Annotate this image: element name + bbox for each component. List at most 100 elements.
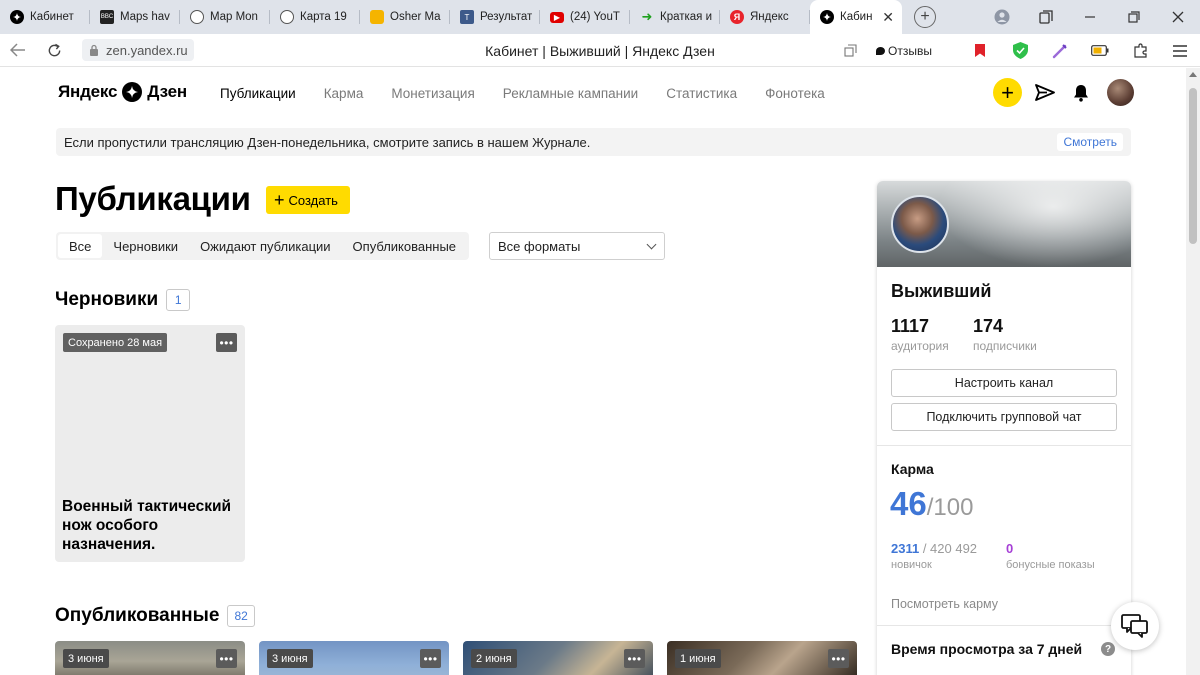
browser-tab-active[interactable]: Кабин ✕ bbox=[810, 0, 902, 34]
nav-monetization[interactable]: Монетизация bbox=[391, 86, 474, 101]
watch-button[interactable]: Смотреть bbox=[1057, 133, 1123, 151]
drafts-title: Черновики bbox=[55, 289, 159, 310]
shield-icon[interactable] bbox=[1000, 34, 1040, 67]
extensions-icon[interactable] bbox=[1120, 34, 1160, 67]
publish-date-badge: 1 июня bbox=[675, 649, 721, 668]
add-publication-button[interactable]: + bbox=[993, 78, 1022, 107]
zen-star-icon bbox=[122, 82, 143, 102]
drafts-count-badge[interactable]: 1 bbox=[166, 289, 191, 311]
channel-avatar[interactable] bbox=[891, 195, 949, 253]
nav-publications[interactable]: Публикации bbox=[220, 86, 296, 101]
more-options-icon[interactable]: ••• bbox=[420, 649, 441, 668]
collections-icon[interactable] bbox=[1024, 0, 1068, 34]
audience-label: аудитория bbox=[891, 339, 949, 353]
battery-icon[interactable] bbox=[1080, 34, 1120, 67]
more-options-icon[interactable]: ••• bbox=[828, 649, 849, 668]
browser-tab[interactable]: Map Mon bbox=[180, 0, 270, 34]
divider bbox=[877, 625, 1131, 626]
group-chat-button[interactable]: Подключить групповой чат bbox=[891, 403, 1117, 431]
format-select[interactable]: Все форматы bbox=[489, 232, 665, 260]
nav-ad-campaigns[interactable]: Рекламные кампании bbox=[503, 86, 638, 101]
pen-extension-icon[interactable] bbox=[1040, 34, 1080, 67]
logo-zen: Дзен bbox=[147, 82, 187, 101]
subscribers-stat: 174 подписчики bbox=[973, 316, 1037, 353]
reviews-button[interactable]: Отзывы bbox=[870, 41, 938, 61]
draft-card[interactable]: Сохранено 28 мая ••• Военный тактический… bbox=[55, 325, 245, 562]
send-icon[interactable] bbox=[1031, 78, 1059, 107]
browser-tab[interactable]: Osher Ma bbox=[360, 0, 450, 34]
copy-link-icon[interactable] bbox=[830, 34, 870, 67]
channel-sidebar: Выживший 1117 аудитория 174 подписчики Н… bbox=[877, 181, 1131, 675]
nav-sound-library[interactable]: Фонотека bbox=[765, 86, 825, 101]
minimize-icon[interactable] bbox=[1068, 0, 1112, 34]
tab-title: Краткая и bbox=[660, 11, 713, 23]
tab-title: Map Mon bbox=[210, 11, 258, 23]
more-options-icon[interactable]: ••• bbox=[624, 649, 645, 668]
zen-icon bbox=[10, 10, 24, 24]
new-tab-button[interactable]: + bbox=[914, 6, 936, 28]
filter-published[interactable]: Опубликованные bbox=[342, 234, 468, 258]
youtube-icon: ▶ bbox=[550, 11, 564, 23]
browser-tab[interactable]: T Результат bbox=[450, 0, 540, 34]
setup-channel-button[interactable]: Настроить канал bbox=[891, 369, 1117, 397]
bbc-icon: BBC bbox=[100, 10, 114, 24]
chat-icon bbox=[1121, 614, 1148, 638]
map-icon bbox=[280, 10, 294, 24]
view-karma-link[interactable]: Посмотреть карму bbox=[891, 597, 998, 611]
nav-karma[interactable]: Карма bbox=[324, 86, 364, 101]
chat-bubble-icon bbox=[876, 46, 886, 55]
scroll-up-arrow-icon[interactable] bbox=[1189, 72, 1197, 77]
support-chat-button[interactable] bbox=[1111, 602, 1159, 650]
published-card[interactable]: 3 июня ••• bbox=[259, 641, 449, 675]
browser-tab-bar: Кабинет BBC Maps hav Map Mon Карта 19 Os… bbox=[0, 0, 1200, 34]
browser-tab[interactable]: ➜ Краткая и bbox=[630, 0, 720, 34]
browser-tab[interactable]: ▶ (24) YouT bbox=[540, 0, 630, 34]
help-icon[interactable]: ? bbox=[1101, 642, 1115, 656]
browser-tab[interactable]: BBC Maps hav bbox=[90, 0, 180, 34]
published-heading: Опубликованные 82 bbox=[55, 605, 255, 627]
menu-icon[interactable] bbox=[1160, 34, 1200, 67]
more-options-icon[interactable]: ••• bbox=[216, 333, 237, 352]
filter-all[interactable]: Все bbox=[58, 234, 103, 258]
published-card[interactable]: 2 июня ••• bbox=[463, 641, 653, 675]
tab-title: Результат bbox=[480, 11, 533, 23]
browser-tab[interactable]: Я Яндекс bbox=[720, 0, 810, 34]
osher-icon bbox=[370, 10, 384, 24]
published-card[interactable]: 1 июня ••• bbox=[667, 641, 857, 675]
reviews-label: Отзывы bbox=[888, 43, 932, 58]
filter-drafts[interactable]: Черновики bbox=[102, 234, 189, 258]
tab-title: Кабин bbox=[840, 11, 873, 23]
scroll-thumb[interactable] bbox=[1189, 88, 1197, 244]
create-button[interactable]: + Создать bbox=[266, 186, 350, 214]
publish-date-badge: 3 июня bbox=[63, 649, 109, 668]
bell-icon[interactable] bbox=[1067, 78, 1095, 107]
user-avatar[interactable] bbox=[1107, 79, 1134, 106]
window-close-icon[interactable] bbox=[1156, 0, 1200, 34]
published-card[interactable]: 3 июня ••• bbox=[55, 641, 245, 675]
published-title: Опубликованные bbox=[55, 605, 220, 626]
channel-name[interactable]: Выживший bbox=[891, 281, 991, 302]
restore-icon[interactable] bbox=[1112, 0, 1156, 34]
browser-tab[interactable]: Кабинет bbox=[0, 0, 90, 34]
filter-pending[interactable]: Ожидают публикации bbox=[189, 234, 341, 258]
profile-icon[interactable] bbox=[980, 0, 1024, 34]
zen-logo[interactable]: Яндекс Дзен bbox=[58, 82, 187, 102]
banner-text: Если пропустили трансляцию Дзен-понедель… bbox=[64, 134, 591, 150]
published-count-badge[interactable]: 82 bbox=[227, 605, 255, 627]
karma-value: 46 bbox=[890, 485, 927, 522]
result-icon: T bbox=[460, 10, 474, 24]
arrow-icon: ➜ bbox=[641, 9, 653, 24]
bookmark-icon[interactable] bbox=[960, 34, 1000, 67]
tab-title: Яндекс bbox=[750, 11, 789, 23]
karma-title: Карма bbox=[891, 461, 934, 477]
bonus-impressions: 0 бонусные показы bbox=[1006, 541, 1095, 571]
info-banner: Если пропустили трансляцию Дзен-понедель… bbox=[56, 128, 1131, 156]
page-scrollbar[interactable] bbox=[1186, 68, 1200, 675]
subscribers-value: 174 bbox=[973, 316, 1004, 336]
saved-date-badge: Сохранено 28 мая bbox=[63, 333, 168, 352]
more-options-icon[interactable]: ••• bbox=[216, 649, 237, 668]
bonus-label: бонусные показы bbox=[1006, 559, 1095, 571]
nav-statistics[interactable]: Статистика bbox=[666, 86, 737, 101]
close-icon[interactable]: ✕ bbox=[882, 9, 894, 26]
browser-tab[interactable]: Карта 19 bbox=[270, 0, 360, 34]
